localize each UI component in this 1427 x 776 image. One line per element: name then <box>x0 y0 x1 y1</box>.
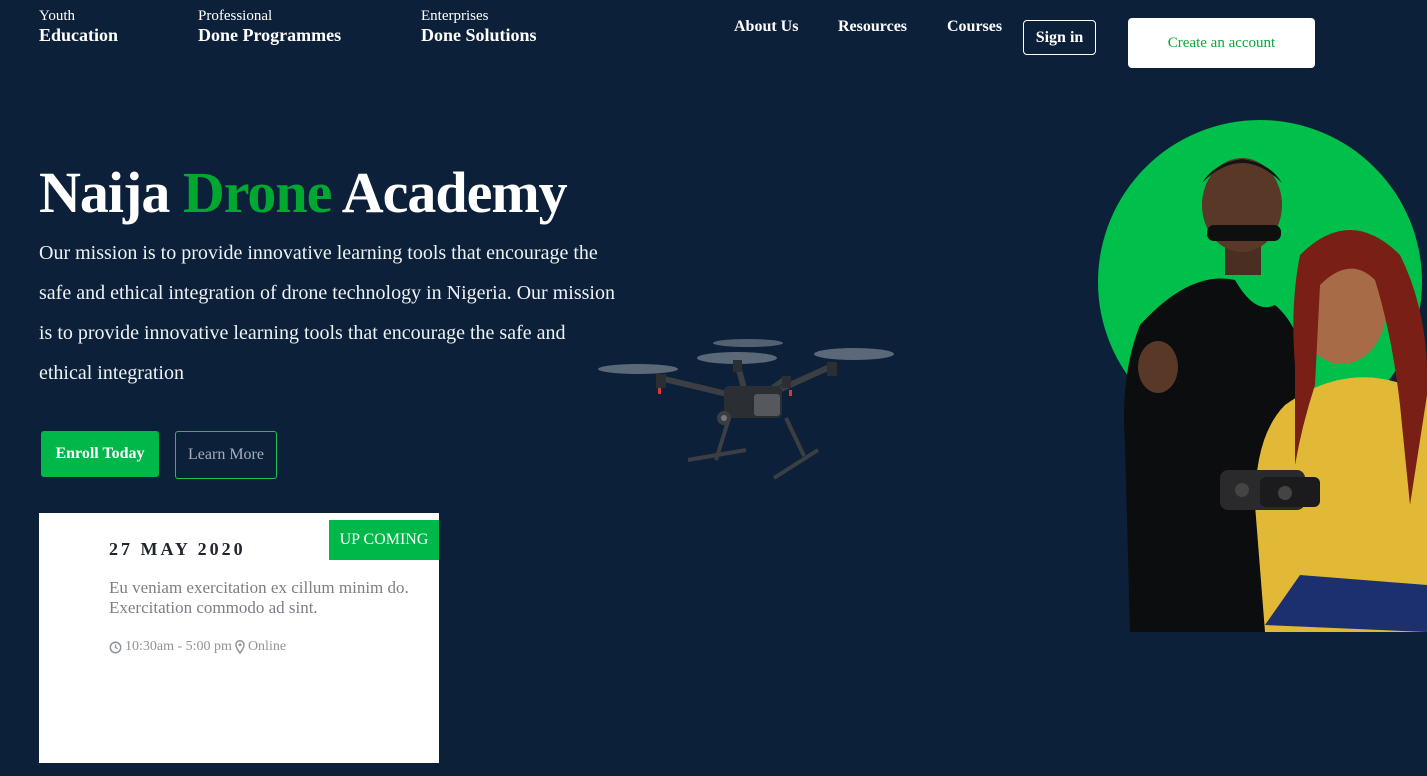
nav-group-caption: Enterprises <box>421 8 489 24</box>
hero-description: Our mission is to provide innovative lea… <box>39 242 615 384</box>
event-time: 10:30am - 5:00 pm <box>125 639 232 654</box>
nav-youth-education[interactable]: Youth Education <box>39 8 118 46</box>
drone-image <box>598 339 894 480</box>
upcoming-badge: UP COMING <box>329 520 439 560</box>
sign-in-button[interactable]: Sign in <box>1023 20 1096 55</box>
nav-enterprises-solutions[interactable]: Enterprises Done Solutions <box>421 8 537 46</box>
event-meta: 10:30am - 5:00 pm Online <box>109 639 286 655</box>
nav-group-label: Done Solutions <box>421 25 537 46</box>
map-marker-icon <box>235 640 245 654</box>
nav-link-about-us[interactable]: About Us <box>734 18 798 36</box>
nav-professional-programmes[interactable]: Professional Done Programmes <box>198 8 341 46</box>
nav-group-caption: Professional <box>198 8 273 24</box>
event-date: 27 MAY 2020 <box>109 539 246 559</box>
hero-title: Naija Drone Academy <box>39 158 568 228</box>
nav-group-label: Done Programmes <box>198 25 342 46</box>
nav-group-caption: Youth <box>39 8 75 24</box>
nav-link-resources[interactable]: Resources <box>838 18 907 36</box>
enroll-today-button[interactable]: Enroll Today <box>41 431 159 477</box>
hero-title-part3: Academy <box>341 160 568 225</box>
event-location: Online <box>247 639 287 654</box>
learn-more-button[interactable]: Learn More <box>175 431 277 479</box>
create-account-button[interactable]: Create an account <box>1128 18 1315 68</box>
clock-icon <box>109 641 122 653</box>
hero-title-highlight: Drone <box>182 160 333 225</box>
event-description: Eu veniam exercitation ex cillum minim d… <box>109 578 409 617</box>
nav-group-label: Education <box>39 25 119 46</box>
nav-link-courses[interactable]: Courses <box>947 18 1002 36</box>
event-card[interactable]: UP COMING 27 MAY 2020 Eu veniam exercita… <box>39 513 439 763</box>
hero-students-image <box>1098 120 1427 632</box>
hero-title-part1: Naija <box>39 160 170 225</box>
